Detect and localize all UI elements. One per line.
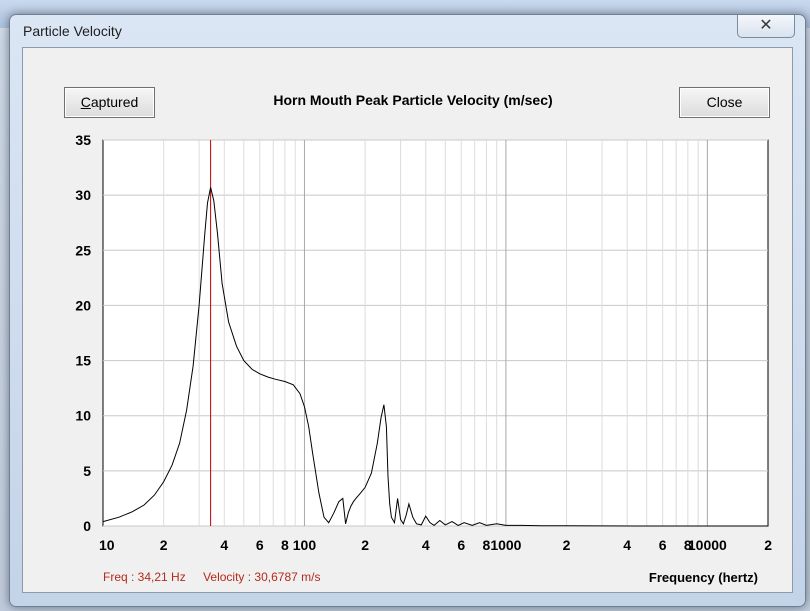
y-tick-label: 5 [83, 463, 91, 479]
x-tick-label: 2 [563, 537, 571, 553]
y-tick-label: 0 [83, 518, 91, 534]
cursor-readout: Freq : 34,21 Hz Velocity : 30,6787 m/s [103, 570, 334, 584]
x-tick-label: 2 [160, 537, 168, 553]
x-tick-label: 100 [293, 537, 317, 553]
x-tick-label: 6 [256, 537, 264, 553]
x-tick-label: 2 [764, 537, 772, 553]
y-tick-label: 15 [75, 353, 91, 369]
velocity-chart[interactable]: 35302520151050 10 2 4 6 8 100 2 4 6 8 1000 2 4 6 81000… [23, 48, 792, 592]
y-tick-label: 35 [75, 132, 91, 148]
frequency-readout: Freq : 34,21 Hz [103, 570, 186, 584]
particle-velocity-dialog: Particle Velocity ✕ Captured Horn Mouth … [9, 14, 806, 607]
x-tick-label: 10 [99, 537, 115, 553]
x-tick-label: 6 [457, 537, 465, 553]
x-tick-label: 4 [220, 537, 228, 553]
y-axis-ticks: 35 30 25 20 15 10 5 0 [75, 132, 91, 534]
x-axis-ticks: 10 2 4 6 8 100 2 4 6 8 1000 2 4 6 810000 2 [99, 537, 772, 553]
x-tick-label: 1000 [490, 537, 521, 553]
x-tick-label: 6 [659, 537, 667, 553]
y-tick-label: 25 [75, 242, 91, 258]
x-tick-label: 8 [281, 537, 289, 553]
x-tick-label: 8 [482, 537, 490, 553]
dialog-title: Particle Velocity [23, 23, 122, 39]
y-tick-label: 30 [75, 187, 91, 203]
x-axis-title: Frequency (hertz) [648, 570, 758, 585]
x-tick-label: 4 [422, 537, 430, 553]
close-icon: ✕ [759, 17, 773, 34]
x-tick-label: 2 [361, 537, 369, 553]
velocity-readout: Velocity : 30,6787 m/s [203, 570, 321, 584]
plot-area [102, 139, 769, 527]
window-close-button[interactable]: ✕ [737, 15, 795, 38]
x-tick-label: 4 [623, 537, 631, 553]
y-tick-label: 20 [75, 297, 91, 313]
y-tick-label: 10 [75, 408, 91, 424]
dialog-client-area: Captured Horn Mouth Peak Particle Veloci… [22, 47, 793, 593]
x-tick-label: 10000 [688, 537, 727, 553]
